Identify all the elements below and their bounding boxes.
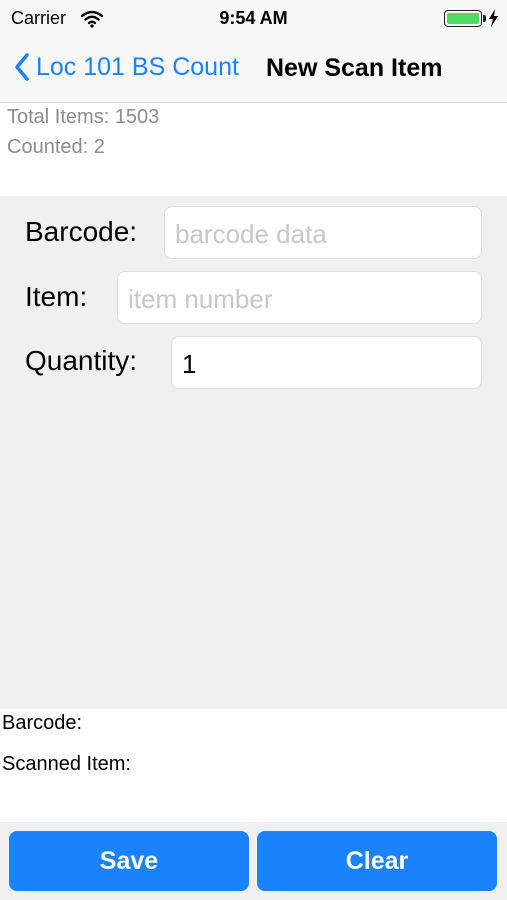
chevron-left-icon [15,53,29,81]
quantity-input[interactable] [171,336,482,389]
item-input[interactable] [117,271,482,324]
page-title: New Scan Item [266,54,443,82]
scan-result-panel: Barcode: Scanned Item: [0,709,507,822]
action-bar: Save Clear [0,822,507,900]
scanned-barcode-label: Barcode: [2,712,83,734]
counted-text: Counted: 2 [7,136,105,158]
save-button[interactable]: Save [9,831,249,891]
charging-icon [488,9,499,32]
clear-button[interactable]: Clear [257,831,497,891]
total-items-text: Total Items: 1503 [7,106,160,128]
back-button[interactable]: Loc 101 BS Count [14,52,239,82]
barcode-label: Barcode: [25,216,138,247]
quantity-label: Quantity: [25,345,138,376]
battery-icon [444,10,482,27]
status-bar: Carrier 9:54 AM [0,0,507,38]
battery-cap [483,15,486,22]
count-summary: Total Items: 1503 Counted: 2 [0,103,507,196]
back-button-label: Loc 101 BS Count [36,52,239,81]
barcode-input[interactable] [164,206,482,259]
status-time: 9:54 AM [219,8,288,28]
scanned-item-label: Scanned Item: [2,753,131,775]
navigation-bar: Loc 101 BS Count New Scan Item [0,38,507,103]
item-label: Item: [25,281,88,312]
